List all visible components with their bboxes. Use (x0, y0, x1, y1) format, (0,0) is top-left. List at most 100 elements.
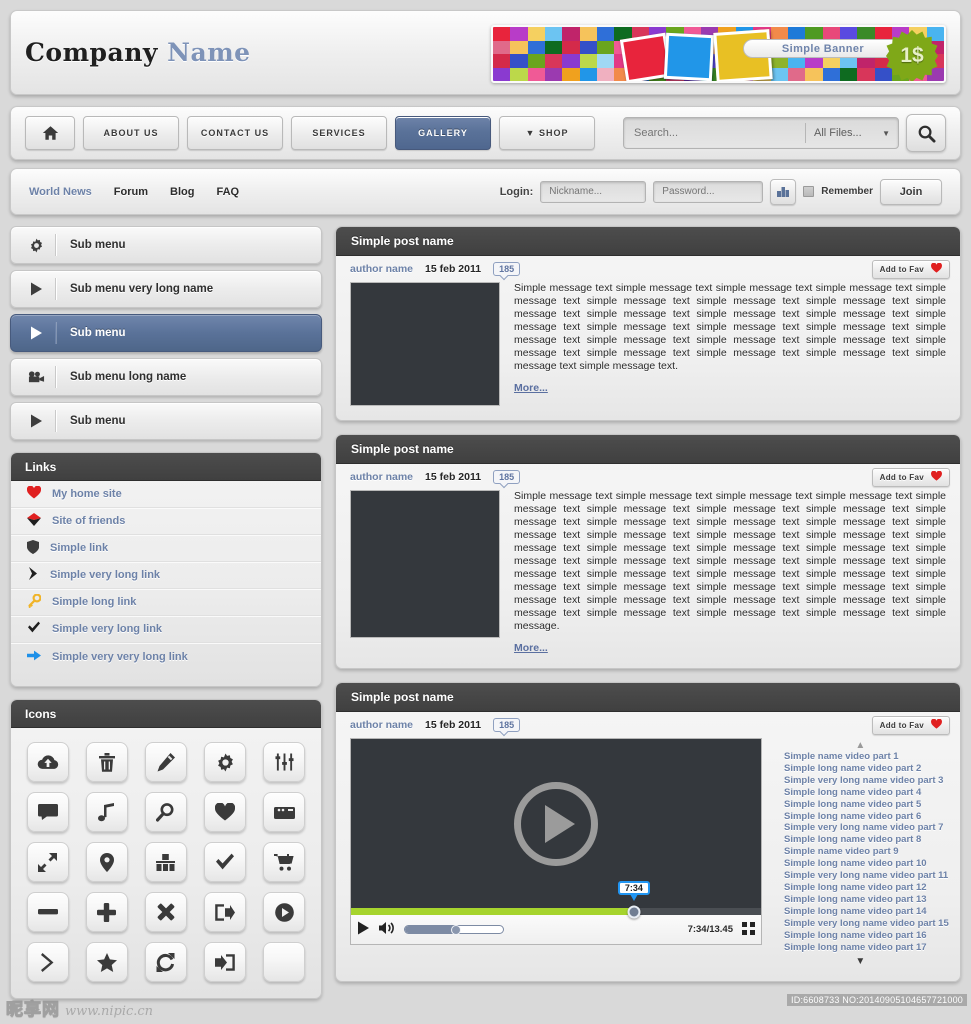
icon-button-gear[interactable] (204, 742, 246, 782)
icon-button-search[interactable] (145, 792, 187, 832)
add-to-fav-button[interactable]: Add to Fav (872, 468, 950, 487)
icon-button-chat[interactable] (27, 792, 69, 832)
list-item[interactable]: Simple long link (11, 589, 321, 616)
playlist-item-6[interactable]: Simple long name video part 6 (784, 811, 949, 823)
sidebar-item-0[interactable]: Sub menu (10, 226, 322, 264)
remember-checkbox[interactable] (803, 186, 814, 197)
add-to-fav-label: Add to Fav (880, 473, 924, 482)
comment-count-badge[interactable]: 185 (493, 718, 520, 732)
post-thumbnail[interactable] (350, 282, 500, 406)
playlist-item-8[interactable]: Simple long name video part 8 (784, 834, 949, 846)
subnav-item-world-news[interactable]: World News (29, 186, 92, 198)
nav-item-gallery[interactable]: GALLERY (395, 116, 491, 150)
nav-item-shop[interactable]: ▼ SHOP (499, 116, 595, 150)
list-item[interactable]: Site of friends (11, 508, 321, 535)
playlist-item-12[interactable]: Simple long name video part 12 (784, 882, 949, 894)
icon-button-plus[interactable] (86, 892, 128, 932)
playlist-item-3[interactable]: Simple very long name video part 3 (784, 775, 949, 787)
icon-button-music[interactable] (86, 792, 128, 832)
add-to-fav-button[interactable]: Add to Fav (872, 260, 950, 279)
subnav-item-forum[interactable]: Forum (114, 186, 148, 198)
more-link[interactable]: More... (514, 642, 548, 654)
icon-button-logout[interactable] (204, 892, 246, 932)
icon-button-play-circle[interactable] (263, 892, 305, 932)
search-submit-button[interactable] (906, 114, 946, 152)
list-item[interactable]: My home site (11, 481, 321, 508)
icon-button-blank[interactable] (263, 942, 305, 982)
volume-slider[interactable] (404, 925, 504, 934)
icon-button-camera[interactable] (263, 792, 305, 832)
list-item[interactable]: Simple link (11, 535, 321, 562)
list-item[interactable]: Simple very very long link (11, 643, 321, 670)
more-link[interactable]: More... (514, 382, 548, 394)
playlist-item-14[interactable]: Simple long name video part 14 (784, 906, 949, 918)
icon-button-building[interactable] (145, 842, 187, 882)
post-author[interactable]: author name (350, 471, 413, 483)
nav-item-services[interactable]: SERVICES (291, 116, 387, 150)
nav-item-about-us[interactable]: ABOUT US (83, 116, 179, 150)
fullscreen-button[interactable] (742, 922, 755, 938)
icon-button-star[interactable] (86, 942, 128, 982)
post-author[interactable]: author name (350, 719, 413, 731)
icon-button-check[interactable] (204, 842, 246, 882)
volume-handle[interactable] (451, 925, 461, 935)
playlist-item-11[interactable]: Simple very long name video part 11 (784, 870, 949, 882)
list-item[interactable]: Simple very long link (11, 562, 321, 589)
icon-button-chevron-right[interactable] (27, 942, 69, 982)
playlist-item-7[interactable]: Simple very long name video part 7 (784, 822, 949, 834)
icon-button-minus[interactable] (27, 892, 69, 932)
playlist-item-9[interactable]: Simple name video part 9 (784, 846, 949, 858)
icon-button-heart[interactable] (204, 792, 246, 832)
video-screen[interactable]: 7:34 (350, 738, 762, 908)
icon-button-sliders[interactable] (263, 742, 305, 782)
banner-price-starburst: 1$ (886, 30, 938, 82)
join-button[interactable]: Join (880, 179, 942, 205)
caret-down-icon[interactable]: ▼ (855, 957, 865, 967)
search-filter-select[interactable]: All Files... ▼ (806, 127, 898, 139)
play-button[interactable] (357, 921, 370, 938)
icon-button-expand[interactable] (27, 842, 69, 882)
playlist-item-15[interactable]: Simple very long name video part 15 (784, 918, 949, 930)
icon-button-trash[interactable] (86, 742, 128, 782)
playlist-item-16[interactable]: Simple long name video part 16 (784, 930, 949, 942)
icon-button-cart[interactable] (263, 842, 305, 882)
sidebar-item-3[interactable]: Sub menu long name (10, 358, 322, 396)
icon-button-pencil[interactable] (145, 742, 187, 782)
login-submit-button[interactable] (770, 179, 796, 205)
comment-count-badge[interactable]: 185 (493, 262, 520, 276)
playlist-item-17[interactable]: Simple long name video part 17 (784, 942, 949, 954)
post-author[interactable]: author name (350, 263, 413, 275)
site-logo[interactable]: Company Name (25, 38, 251, 67)
caret-up-icon[interactable]: ▲ (855, 741, 865, 751)
comment-count-badge[interactable]: 185 (493, 470, 520, 484)
playlist-item-4[interactable]: Simple long name video part 4 (784, 787, 949, 799)
add-to-fav-button[interactable]: Add to Fav (872, 716, 950, 735)
icon-button-close[interactable] (145, 892, 187, 932)
play-circle-icon[interactable] (514, 782, 598, 866)
sidebar-item-1[interactable]: Sub menu very long name (10, 270, 322, 308)
playlist-item-1[interactable]: Simple name video part 1 (784, 751, 949, 763)
video-progress-bar[interactable] (350, 908, 762, 915)
subnav-item-faq[interactable]: FAQ (216, 186, 239, 198)
list-item[interactable]: Simple very long link (11, 616, 321, 643)
post-thumbnail[interactable] (350, 490, 500, 638)
nickname-input[interactable] (540, 181, 646, 203)
video-progress-handle[interactable] (627, 905, 640, 918)
volume-button[interactable] (379, 921, 395, 938)
playlist-item-10[interactable]: Simple long name video part 10 (784, 858, 949, 870)
sidebar-item-4[interactable]: Sub menu (10, 402, 322, 440)
icon-button-refresh[interactable] (145, 942, 187, 982)
nav-item-contact-us[interactable]: CONTACT US (187, 116, 283, 150)
icon-button-cloud-upload[interactable] (27, 742, 69, 782)
promo-banner[interactable]: Simple Banner 1$ (491, 25, 946, 83)
search-input[interactable] (624, 127, 805, 139)
subnav-item-blog[interactable]: Blog (170, 186, 194, 198)
nav-home-button[interactable] (25, 116, 75, 150)
icon-button-map-pin[interactable] (86, 842, 128, 882)
icon-button-login-arrow[interactable] (204, 942, 246, 982)
sidebar-item-2[interactable]: Sub menu (10, 314, 322, 352)
playlist-item-2[interactable]: Simple long name video part 2 (784, 763, 949, 775)
playlist-item-5[interactable]: Simple long name video part 5 (784, 799, 949, 811)
password-input[interactable] (653, 181, 763, 203)
playlist-item-13[interactable]: Simple long name video part 13 (784, 894, 949, 906)
